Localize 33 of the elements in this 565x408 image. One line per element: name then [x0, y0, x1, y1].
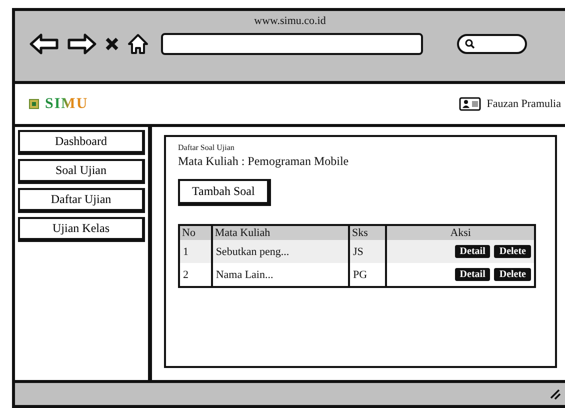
address-field[interactable]: [161, 33, 423, 55]
column-header: Mata Kuliah: [212, 225, 349, 240]
add-button[interactable]: Tambah Soal: [178, 179, 271, 206]
table-cell: 2: [179, 263, 212, 287]
search-icon: [465, 39, 475, 49]
home-icon[interactable]: [127, 33, 149, 55]
user-name: Fauzan Pramulia: [486, 98, 561, 110]
table-cell: Nama Lain...: [212, 263, 349, 287]
column-header: Sks: [348, 225, 386, 240]
delete-button[interactable]: Delete: [494, 268, 531, 281]
sidebar-item[interactable]: Daftar Ujian: [18, 188, 145, 213]
id-card-icon: [458, 97, 481, 111]
resize-grip-icon: [549, 388, 561, 400]
table-cell: Sebutkan peng...: [212, 240, 349, 263]
page-caption: Daftar Soal Ujian: [178, 143, 234, 152]
sidebar-item[interactable]: Soal Ujian: [18, 159, 145, 184]
forward-icon[interactable]: [67, 33, 97, 55]
column-header: No: [179, 225, 212, 240]
table-cell: JS: [348, 240, 386, 263]
delete-button[interactable]: Delete: [494, 245, 531, 258]
search-field[interactable]: [457, 34, 527, 54]
page-title: Mata Kuliah : Pemograman Mobile: [178, 154, 349, 169]
emblem-icon: [29, 99, 39, 109]
sidebar-item[interactable]: Ujian Kelas: [18, 217, 145, 242]
table-cell: 1: [179, 240, 212, 263]
detail-button[interactable]: Detail: [454, 245, 490, 258]
table-cell: PG: [348, 263, 386, 287]
url-text: www.simu.co.id: [254, 15, 326, 27]
detail-button[interactable]: Detail: [454, 268, 490, 281]
back-icon[interactable]: [29, 33, 59, 55]
sidebar-item[interactable]: Dashboard: [18, 130, 145, 155]
column-header: Aksi: [386, 225, 535, 240]
close-icon[interactable]: [105, 37, 119, 51]
